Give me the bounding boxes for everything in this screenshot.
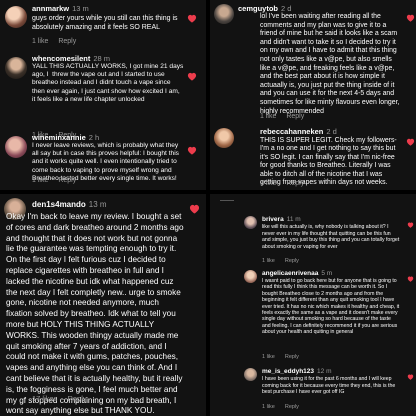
comment-text: YALL THIS ACTUALLY WORKS, I got mine 21 … [32, 63, 186, 103]
comments-panel-2: cemguytob 2 d lol I've been waiting after… [210, 0, 416, 190]
avatar[interactable] [214, 128, 234, 148]
comment: annmarkw 13 m guys order yours while you … [0, 0, 206, 48]
like-count[interactable]: 1 like [262, 258, 275, 264]
username-text[interactable]: me_is_eddyh123 [262, 368, 314, 375]
heart-icon[interactable] [187, 146, 197, 155]
timestamp: 2 d [281, 4, 292, 13]
username-text[interactable]: den1s4mando [32, 200, 86, 209]
comment-text: like will this actually is, why nobody i… [262, 224, 401, 250]
timestamp: 12 m [317, 368, 332, 375]
like-count[interactable]: 17 likes [32, 394, 57, 403]
comment-actions: 1 like Reply [262, 404, 309, 410]
username-text[interactable]: whencomesilent [32, 54, 90, 63]
timestamp: 13 m [88, 200, 107, 209]
comment: wineminxannie 2 h I never leave reviews, … [0, 133, 206, 190]
username[interactable]: whencomesilent 28 m [32, 54, 110, 63]
comment-actions: 1 like Reply [262, 354, 309, 360]
reply-button[interactable]: Reply [286, 113, 304, 120]
heart-icon[interactable] [407, 222, 414, 228]
comment-actions: 1 like Reply [262, 258, 309, 264]
comments-panel-4: brivera 11 m like will this actually is, … [210, 194, 416, 416]
timestamp: 2 h [88, 133, 100, 142]
reply-button[interactable]: Reply [67, 394, 86, 403]
like-count[interactable]: 1 like [32, 38, 48, 45]
comment-actions: 1 like Reply [260, 113, 314, 120]
like-count[interactable]: 1 like [32, 177, 48, 184]
comment-actions: 1 like Reply [32, 38, 86, 45]
comment-text: I have been using it for the past 6 mont… [262, 376, 397, 395]
username[interactable]: wineminxannie 2 h [32, 133, 99, 142]
comment-text: guys order yours while you still can thi… [32, 15, 180, 31]
timestamp: 2 d [326, 127, 337, 136]
username-text[interactable]: cemguytob [238, 4, 278, 13]
timestamp: 13 m [72, 4, 89, 13]
avatar[interactable] [244, 270, 257, 283]
username-text[interactable]: annmarkw [32, 4, 69, 13]
comment-text: lol I've been waiting after reading all … [260, 13, 402, 115]
reply-comment: me_is_eddyh123 12 m I have been using it … [210, 366, 416, 416]
like-count[interactable]: 1 like [262, 354, 275, 360]
like-count[interactable]: 1 like [260, 180, 276, 187]
like-count[interactable]: 1 like [262, 404, 275, 410]
comment: den1s4mando 13 m Okay I'm back to leave m… [0, 194, 206, 416]
reply-button[interactable]: Reply [285, 404, 299, 410]
timestamp: 11 m [286, 216, 301, 223]
username[interactable]: brivera 11 m [262, 216, 301, 223]
avatar[interactable] [214, 4, 234, 24]
heart-icon[interactable] [189, 204, 200, 214]
reply-button[interactable]: Reply [285, 258, 299, 264]
screenshot-grid: annmarkw 13 m guys order yours while you … [0, 0, 416, 416]
comment: cemguytob 2 d lol I've been waiting after… [210, 0, 416, 124]
heart-icon[interactable] [187, 14, 197, 23]
replies-thread-line [220, 200, 234, 201]
like-count[interactable]: 1 like [260, 113, 276, 120]
comment: whencomesilent 28 m YALL THIS ACTUALLY WO… [0, 52, 206, 142]
heart-icon[interactable] [407, 276, 414, 282]
comment-text: I wasnt paid to go back here but for any… [262, 278, 401, 336]
reply-button[interactable]: Reply [286, 180, 304, 187]
comment-actions: 1 like Reply [32, 177, 86, 184]
timestamp: 5 m [321, 270, 333, 277]
heart-icon[interactable] [406, 138, 415, 146]
username[interactable]: den1s4mando 13 m [32, 200, 107, 209]
username[interactable]: me_is_eddyh123 12 m [262, 368, 332, 375]
avatar[interactable] [5, 6, 27, 28]
username-text[interactable]: rebeccahanneken [260, 127, 323, 136]
avatar[interactable] [5, 57, 27, 79]
comment-actions: 17 likes Reply [32, 394, 97, 403]
comments-panel-1: annmarkw 13 m guys order yours while you … [0, 0, 206, 190]
username[interactable]: annmarkw 13 m [32, 4, 89, 13]
avatar[interactable] [244, 368, 257, 381]
timestamp: 28 m [93, 54, 111, 63]
avatar[interactable] [244, 216, 257, 229]
comment-text: Okay I'm back to leave my review. I boug… [6, 212, 186, 416]
username[interactable]: rebeccahanneken 2 d [260, 127, 337, 136]
reply-button[interactable]: Reply [58, 177, 76, 184]
username-text[interactable]: angelicaenrivenaa [262, 270, 318, 277]
avatar[interactable] [5, 136, 27, 158]
comments-panel-3: den1s4mando 13 m Okay I'm back to leave m… [0, 194, 206, 416]
heart-icon[interactable] [187, 72, 197, 81]
reply-button[interactable]: Reply [285, 354, 299, 360]
heart-icon[interactable] [407, 374, 414, 380]
username[interactable]: cemguytob 2 d [238, 4, 291, 13]
reply-comment: brivera 11 m like will this actually is, … [210, 214, 416, 266]
comment: rebeccahanneken 2 d THIS IS SUPER LEGIT. … [210, 124, 416, 190]
reply-button[interactable]: Reply [58, 38, 76, 45]
username[interactable]: angelicaenrivenaa 5 m [262, 270, 332, 277]
heart-icon[interactable] [406, 14, 415, 22]
username-text[interactable]: brivera [262, 216, 284, 223]
username-text[interactable]: wineminxannie [32, 133, 86, 142]
comment-actions: 1 like Reply [260, 180, 314, 187]
reply-comment: angelicaenrivenaa 5 m I wasnt paid to go … [210, 268, 416, 364]
